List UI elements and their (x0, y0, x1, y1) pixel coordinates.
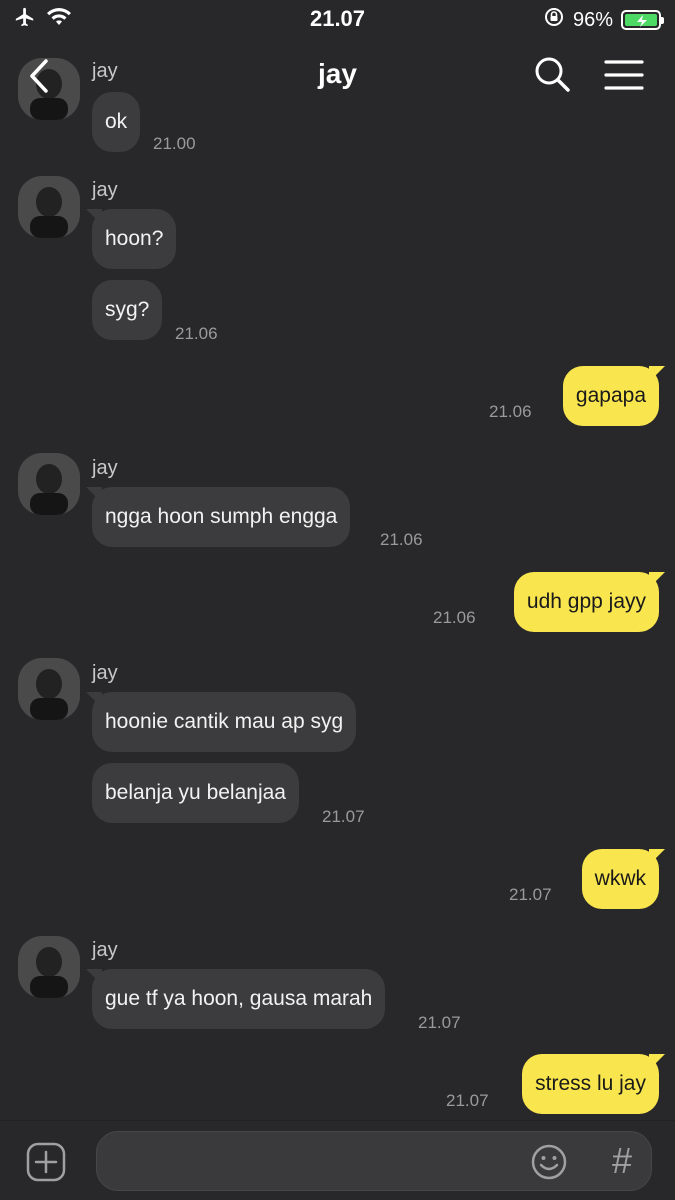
message-time: 21.00 (153, 134, 196, 153)
search-icon (535, 57, 570, 92)
message-time: 21.07 (418, 1013, 461, 1032)
message-time: 21.06 (433, 608, 476, 627)
battery-percent: 96% (572, 8, 613, 31)
message-bubble-outgoing[interactable]: udh gpp jayy (513, 572, 659, 632)
sender-name: jay (92, 939, 118, 961)
battery-icon (621, 10, 664, 30)
hashtag-button[interactable]: # (605, 1138, 639, 1184)
sender-name: jay (92, 179, 118, 201)
chat-header: jay (0, 40, 675, 112)
rotation-lock-icon (543, 6, 565, 34)
menu-icon (604, 60, 644, 90)
sender-name: jay (92, 662, 118, 684)
message-bubble[interactable]: hoon? (92, 209, 177, 269)
plus-icon (26, 1142, 66, 1182)
menu-button[interactable] (602, 56, 646, 94)
message-bubble-outgoing[interactable]: wkwk (581, 849, 659, 909)
sender-name: jay (92, 457, 118, 479)
message-input-box[interactable]: # (96, 1131, 652, 1191)
message-bubble[interactable]: syg? (92, 280, 163, 340)
attach-button[interactable] (26, 1142, 66, 1182)
message-bubble[interactable]: gue tf ya hoon, gausa marah (92, 969, 386, 1029)
message-input[interactable] (117, 1132, 517, 1190)
emoji-icon (531, 1144, 567, 1180)
back-button[interactable] (22, 56, 58, 96)
status-bar: 21.07 96% (0, 0, 675, 40)
status-right: 96% (543, 6, 664, 34)
avatar[interactable] (18, 453, 80, 515)
composer-bar: # (0, 1120, 675, 1200)
message-time: 21.07 (509, 885, 552, 904)
message-bubble-outgoing[interactable]: gapapa (562, 366, 659, 426)
message-time: 21.07 (446, 1091, 489, 1110)
avatar[interactable] (18, 936, 80, 998)
avatar[interactable] (18, 176, 80, 238)
message-bubble-outgoing[interactable]: stress lu jay (522, 1054, 659, 1114)
message-bubble[interactable]: ngga hoon sumph engga (92, 487, 351, 547)
back-icon (30, 59, 48, 93)
emoji-button[interactable] (530, 1143, 568, 1181)
message-time: 21.06 (380, 530, 423, 549)
message-time: 21.06 (175, 324, 218, 343)
message-bubble[interactable]: hoonie cantik mau ap syg (92, 692, 357, 752)
message-bubble[interactable]: belanja yu belanjaa (92, 763, 299, 823)
chat-title: jay (318, 58, 357, 89)
avatar[interactable] (18, 658, 80, 720)
search-button[interactable] (532, 54, 572, 94)
chat-area[interactable]: jay ok 21.00 jay hoon? syg? 21.06 gapapa… (0, 0, 675, 1120)
message-time: 21.06 (489, 402, 532, 421)
message-time: 21.07 (322, 807, 365, 826)
